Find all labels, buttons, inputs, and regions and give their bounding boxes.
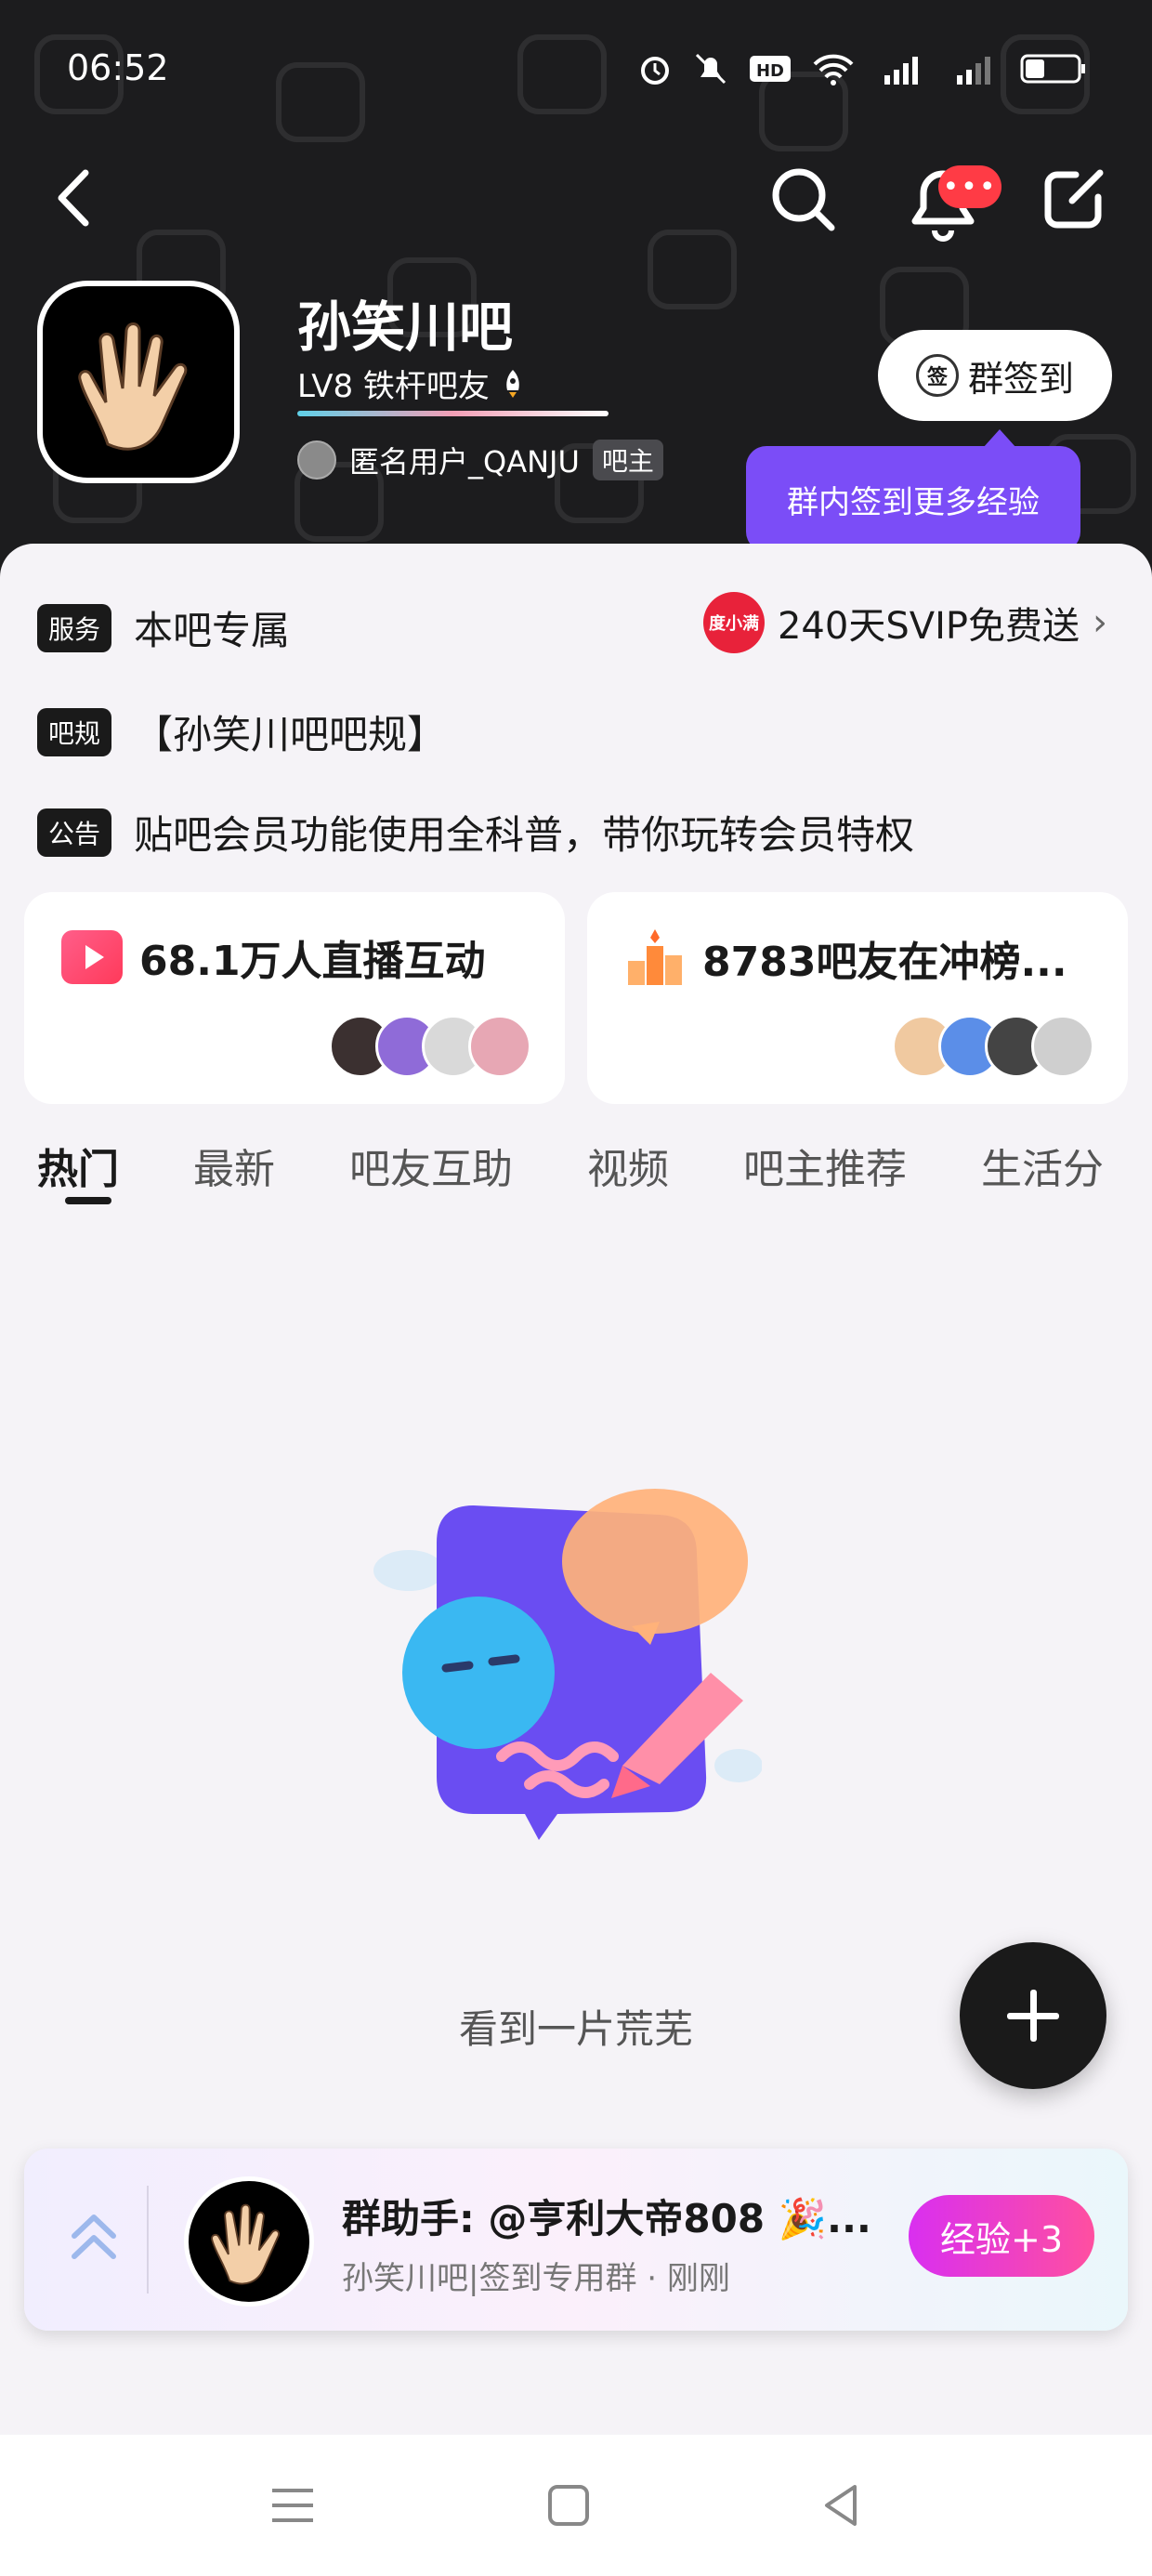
avatar — [468, 1015, 531, 1078]
notification-title: 群助手: @亨利大帝808 🎉... — [342, 2196, 871, 2241]
mute-icon — [695, 53, 727, 85]
exp-button[interactable]: 经验+3 — [909, 2195, 1094, 2277]
chevron-right-icon: › — [1093, 601, 1107, 644]
create-post-button[interactable] — [960, 1942, 1106, 2089]
group-avatar — [184, 2176, 314, 2307]
svip-logo: 度小满 — [702, 592, 765, 653]
forum-name: 孙笑川吧 — [297, 296, 514, 359]
tooltip-arrow — [983, 429, 1016, 448]
live-play-icon — [61, 930, 123, 984]
hand-gesture-icon — [211, 2203, 281, 2285]
signal-5g-icon — [884, 57, 918, 85]
status-icons: HD — [637, 51, 1087, 86]
post-tabs: 热门 最新 吧友互助 视频 吧主推荐 生活分 — [37, 1136, 1104, 1195]
system-nav-bar — [0, 2435, 1152, 2576]
user-level: LV8 铁杆吧友 — [297, 361, 525, 406]
level-text: LV8 铁杆吧友 — [297, 368, 490, 405]
home-icon[interactable] — [541, 2477, 596, 2533]
battery-icon — [1020, 54, 1085, 84]
forum-avatar[interactable] — [37, 281, 240, 483]
checkin-label: 群签到 — [967, 358, 1074, 400]
tab-owner-picks[interactable]: 吧主推荐 — [743, 1136, 907, 1195]
alarm-icon — [641, 57, 669, 85]
service-row[interactable]: 服务 本吧专属 — [37, 599, 290, 656]
back-nav-icon[interactable] — [814, 2477, 870, 2533]
hand-gesture-icon — [78, 322, 188, 451]
svip-promo[interactable]: 度小满 240天SVIP免费送 › — [702, 592, 1107, 653]
notification-subtitle: 孙笑川吧|签到专用群 · 刚刚 — [342, 2260, 730, 2297]
notice-tag: 公告 — [37, 808, 112, 857]
rules-tag: 吧规 — [37, 707, 112, 756]
group-checkin-button[interactable]: 签 群签到 — [878, 330, 1112, 421]
tab-help[interactable]: 吧友互助 — [349, 1136, 513, 1195]
live-avatars — [329, 1015, 531, 1078]
avatar — [1031, 1015, 1094, 1078]
status-bar: 06:52 HD — [0, 42, 1152, 98]
tab-video[interactable]: 视频 — [587, 1136, 669, 1195]
double-chevron-up-icon[interactable] — [63, 2204, 124, 2269]
notification-badge: ••• — [938, 165, 1001, 208]
owner-avatar — [297, 440, 336, 480]
rocket-icon — [506, 369, 519, 398]
rules-text: 【孙笑川吧吧规】 — [134, 712, 447, 757]
rules-row[interactable]: 吧规 【孙笑川吧吧规】 — [37, 703, 446, 760]
empty-state-illustration — [373, 1489, 762, 1840]
search-icon[interactable] — [766, 163, 841, 237]
svg-text:HD: HD — [756, 61, 784, 81]
tab-life[interactable]: 生活分 — [981, 1136, 1104, 1195]
rank-stat-text: 8783吧友在冲榜... — [702, 939, 1067, 986]
rank-avatars — [892, 1015, 1094, 1078]
checkin-tooltip[interactable]: 群内签到更多经验 — [746, 446, 1080, 552]
notification-divider — [147, 2186, 149, 2293]
podium-icon — [628, 929, 682, 985]
live-stat-text: 68.1万人直播互动 — [139, 938, 486, 985]
back-icon[interactable] — [48, 165, 104, 230]
live-stat-card[interactable]: 68.1万人直播互动 — [24, 892, 565, 1104]
wifi-icon — [813, 54, 854, 85]
tab-active-indicator — [65, 1197, 111, 1204]
notice-row[interactable]: 公告 贴吧会员功能使用全科普，带你玩转会员特权 — [37, 804, 914, 861]
owner-name: 匿名用户_QANJU — [349, 444, 580, 480]
menu-icon[interactable] — [265, 2477, 321, 2533]
forum-owner[interactable]: 匿名用户_QANJU 吧主 — [297, 439, 663, 481]
signal-5g-2-icon — [957, 57, 990, 85]
group-notification-card[interactable]: 群助手: @亨利大帝808 🎉... 孙笑川吧|签到专用群 · 刚刚 经验+3 — [24, 2149, 1128, 2331]
tab-latest[interactable]: 最新 — [193, 1136, 275, 1195]
level-progress-bar — [297, 411, 609, 416]
edit-icon[interactable] — [1039, 160, 1113, 234]
rank-stat-card[interactable]: 8783吧友在冲榜... — [587, 892, 1128, 1104]
hd-icon: HD — [750, 56, 791, 82]
service-tag: 服务 — [37, 603, 112, 652]
checkin-icon: 签 — [915, 354, 959, 397]
service-text: 本吧专属 — [134, 608, 291, 653]
tab-hot[interactable]: 热门 — [37, 1136, 119, 1195]
status-time: 06:52 — [67, 47, 169, 88]
live-stat-title: 68.1万人直播互动 — [61, 927, 486, 987]
owner-badge: 吧主 — [592, 440, 663, 480]
notice-text: 贴吧会员功能使用全科普，带你玩转会员特权 — [134, 812, 915, 858]
svip-text: 240天SVIP免费送 — [777, 605, 1080, 648]
rank-stat-title: 8783吧友在冲榜... — [624, 927, 1067, 989]
